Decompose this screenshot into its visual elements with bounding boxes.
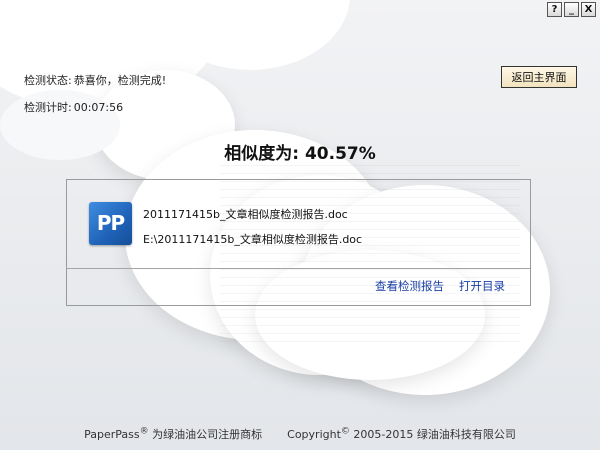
footer: PaperPass® 为绿油油公司注册商标 Copyright© 2005-20… xyxy=(0,426,600,442)
report-file-path: E:\2011171415b_文章相似度检测报告.doc xyxy=(143,233,363,246)
detection-status-label: 检测状态: xyxy=(24,74,72,87)
detection-timer-value: 00:07:56 xyxy=(73,101,124,114)
detection-timer: 检测计时: 00:07:56 xyxy=(24,99,123,115)
back-to-main-button[interactable]: 返回主界面 xyxy=(501,66,577,88)
detection-timer-label: 检测计时: xyxy=(24,101,72,114)
paperpass-document-icon[interactable]: PP xyxy=(89,202,132,245)
help-button[interactable]: ? xyxy=(547,2,562,17)
window-controls: ? _ X xyxy=(547,2,596,17)
footer-brand: PaperPass xyxy=(84,428,140,441)
footer-trademark-text: 为绿油油公司注册商标 xyxy=(152,428,263,441)
panel-divider xyxy=(67,268,530,269)
registered-mark: ® xyxy=(139,426,149,437)
detection-status: 检测状态: 恭喜你，检测完成! xyxy=(24,72,166,88)
similarity-value: 40.57% xyxy=(304,144,376,164)
copyright-mark: © xyxy=(340,426,350,437)
minimize-button[interactable]: _ xyxy=(564,2,579,17)
detection-status-value: 恭喜你，检测完成! xyxy=(73,74,167,87)
open-folder-link[interactable]: 打开目录 xyxy=(459,278,505,294)
footer-copyright-text: 2005-2015 绿油油科技有限公司 xyxy=(353,428,516,441)
footer-copyright-word: Copyright xyxy=(287,428,341,441)
close-button[interactable]: X xyxy=(581,2,596,17)
report-file-name: 2011171415b_文章相似度检测报告.doc xyxy=(143,208,348,221)
similarity-label: 相似度为: xyxy=(224,144,300,164)
similarity-result: 相似度为: 40.57% xyxy=(0,139,600,164)
report-panel: PP 2011171415b_文章相似度检测报告.doc E:\20111714… xyxy=(66,179,531,306)
view-report-link[interactable]: 查看检测报告 xyxy=(375,278,444,294)
